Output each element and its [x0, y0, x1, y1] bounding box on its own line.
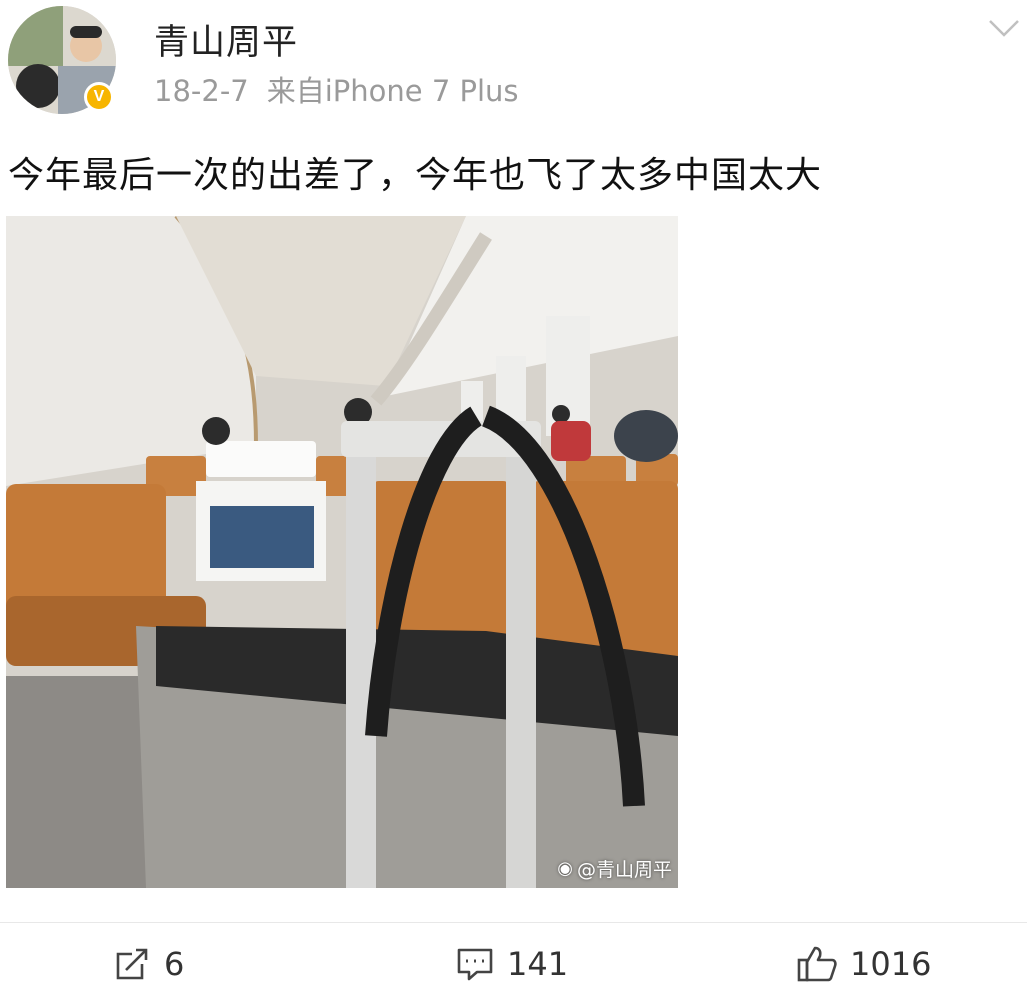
- like-button[interactable]: 1016: [796, 942, 931, 986]
- repost-count: 6: [164, 945, 185, 983]
- chevron-down-icon[interactable]: [987, 16, 1021, 40]
- like-icon: [797, 946, 837, 982]
- action-bar: 6 141 1016: [0, 930, 1027, 990]
- repost-icon: [116, 948, 148, 980]
- post-date: 18-2-7: [154, 74, 249, 108]
- comment-icon: [457, 948, 493, 981]
- weibo-icon: ◉: [557, 858, 573, 879]
- post-meta: 18-2-7 来自iPhone 7 Plus: [154, 68, 519, 110]
- verified-icon: V: [84, 82, 114, 112]
- post-header: V 青山周平 18-2-7 来自iPhone 7 Plus: [0, 0, 1027, 120]
- divider: [0, 922, 1027, 923]
- post-image[interactable]: ◉ @青山周平: [6, 216, 678, 888]
- image-watermark: ◉ @青山周平: [557, 855, 672, 882]
- comment-count: 141: [507, 945, 569, 983]
- post-source: 来自iPhone 7 Plus: [266, 74, 519, 108]
- like-count: 1016: [850, 945, 932, 983]
- repost-button[interactable]: 6: [112, 942, 184, 986]
- watermark-text: @青山周平: [576, 859, 672, 881]
- comment-button[interactable]: 141: [455, 942, 568, 986]
- post-text: 今年最后一次的出差了，今年也飞了太多中国太大: [8, 155, 823, 196]
- airport-photo: [6, 216, 678, 888]
- username[interactable]: 青山周平: [154, 14, 298, 65]
